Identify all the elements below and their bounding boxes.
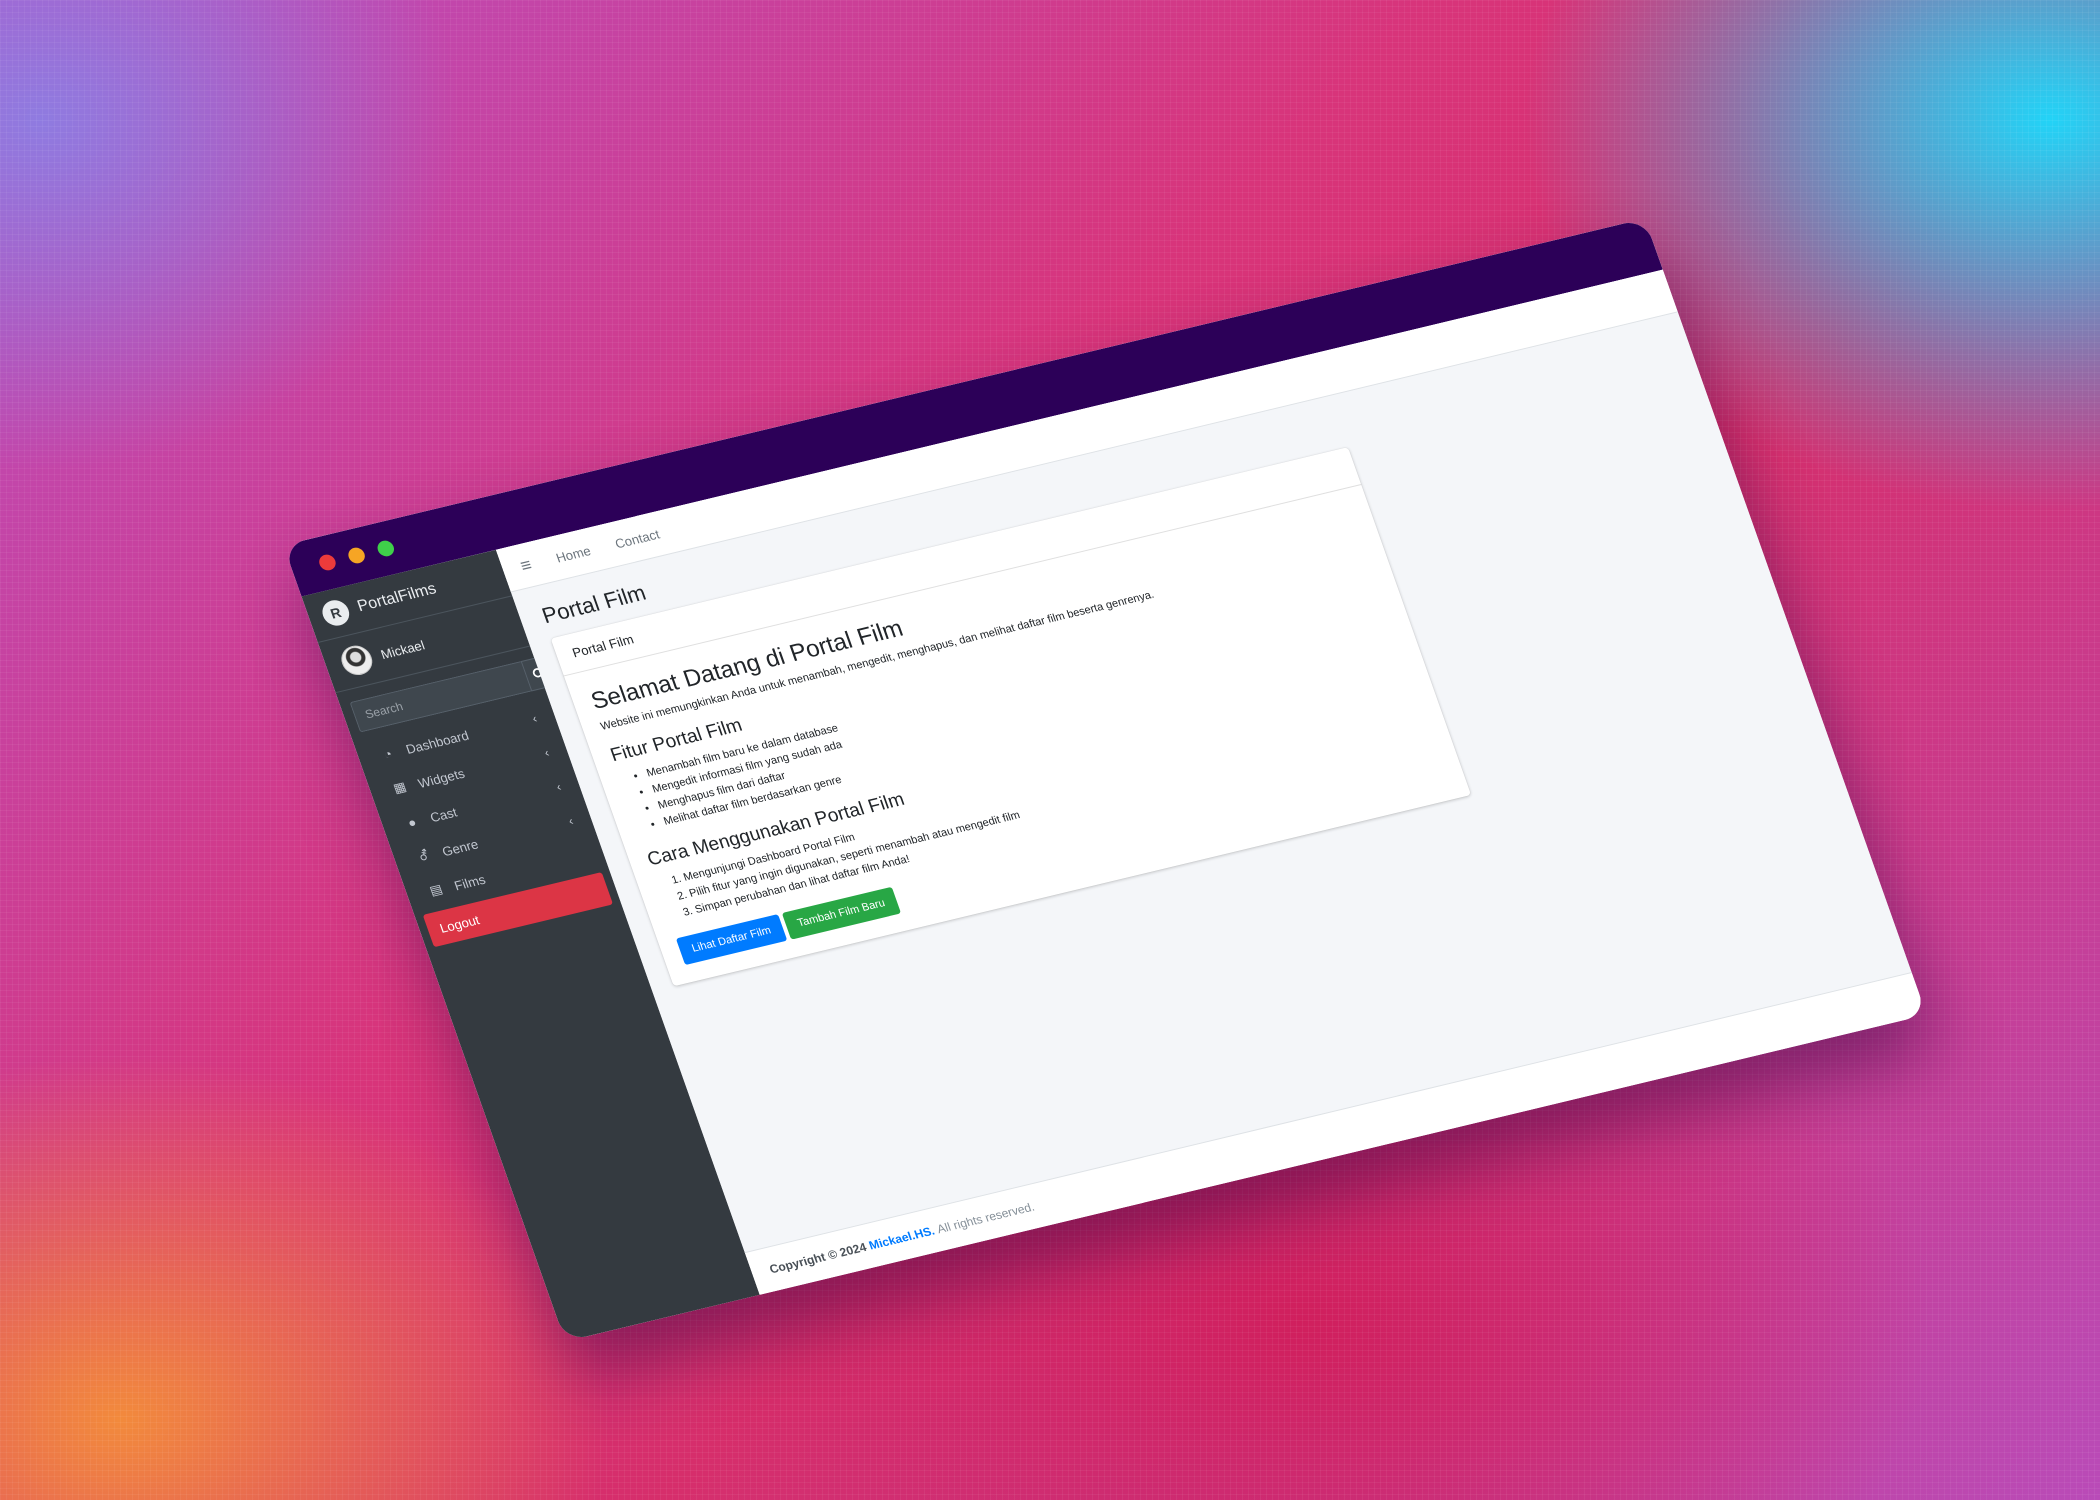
copyright-text: Copyright © 2024 bbox=[767, 1240, 869, 1277]
hamburger-menu-icon[interactable]: ≡ bbox=[517, 554, 534, 576]
owner-link[interactable]: Mickael.HS. bbox=[867, 1224, 937, 1253]
tachometer-icon: ◔ bbox=[381, 745, 395, 762]
add-film-button[interactable]: Tambah Film Baru bbox=[781, 886, 902, 940]
close-window-button[interactable] bbox=[316, 553, 338, 572]
genderless-icon: ⚦ bbox=[416, 847, 432, 864]
user-icon: ● bbox=[405, 813, 419, 830]
grid-icon: ▦ bbox=[391, 778, 409, 796]
list-films-button[interactable]: Lihat Daftar Film bbox=[675, 914, 788, 966]
maximize-window-button[interactable] bbox=[375, 539, 397, 558]
app-layout: R PortalFilms Mickael ◔ Dashb bbox=[301, 269, 1927, 1342]
film-icon: ▤ bbox=[427, 881, 445, 899]
rights-text: All rights reserved. bbox=[935, 1199, 1037, 1237]
nav-link-home[interactable]: Home bbox=[554, 543, 593, 565]
main-content: ≡ Home Contact Portal Film Portal Film S… bbox=[495, 269, 1927, 1295]
minimize-window-button[interactable] bbox=[346, 546, 368, 565]
page-footer: Copyright © 2024 Mickael.HS. All rights … bbox=[744, 972, 1927, 1295]
browser-window: R PortalFilms Mickael ◔ Dashb bbox=[283, 218, 1927, 1342]
user-name: Mickael bbox=[378, 637, 427, 662]
brand-name: PortalFilms bbox=[355, 580, 439, 616]
nav-link-contact[interactable]: Contact bbox=[613, 526, 662, 551]
portal-logo-icon: R bbox=[318, 597, 353, 629]
avatar bbox=[337, 642, 377, 679]
